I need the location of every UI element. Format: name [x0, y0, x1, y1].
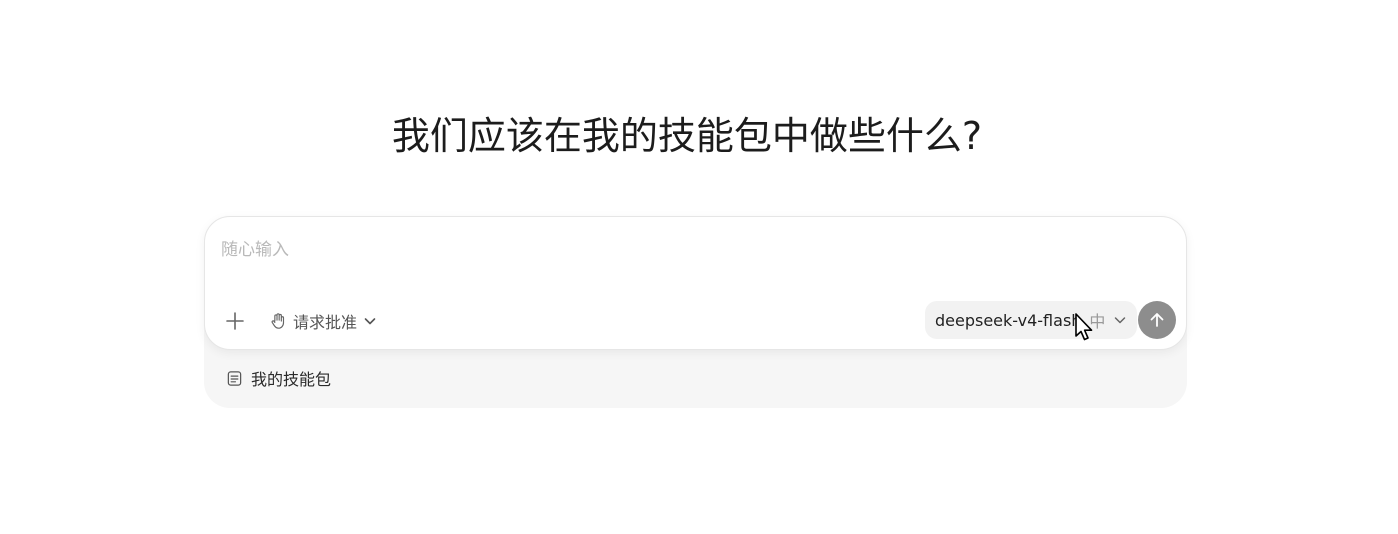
project-selector[interactable]: 我的技能包	[226, 364, 331, 392]
approval-mode-label: 请求批准	[293, 313, 358, 332]
page-title: 我们应该在我的技能包中做些什么?	[391, 114, 983, 158]
hand-icon	[271, 313, 285, 329]
reasoning-effort: 中	[1089, 312, 1106, 331]
project-label: 我的技能包	[251, 370, 332, 389]
message-input[interactable]	[221, 235, 1121, 265]
page: 我们应该在我的技能包中做些什么? 请求批准 deepseek-v4-flash …	[0, 0, 1398, 534]
chevron-down-icon	[1115, 317, 1126, 324]
add-attachment-button[interactable]	[221, 307, 249, 335]
model-name: deepseek-v4-flash	[935, 310, 1082, 330]
approval-mode-dropdown[interactable]: 请求批准	[269, 305, 377, 337]
chevron-down-icon	[364, 318, 376, 325]
composer-box: 请求批准 deepseek-v4-flash 中	[204, 216, 1187, 350]
plus-icon	[226, 312, 244, 330]
model-selector[interactable]: deepseek-v4-flash 中	[925, 301, 1138, 339]
document-icon	[227, 370, 242, 386]
arrow-up-icon	[1150, 313, 1164, 327]
send-button[interactable]	[1138, 301, 1176, 339]
